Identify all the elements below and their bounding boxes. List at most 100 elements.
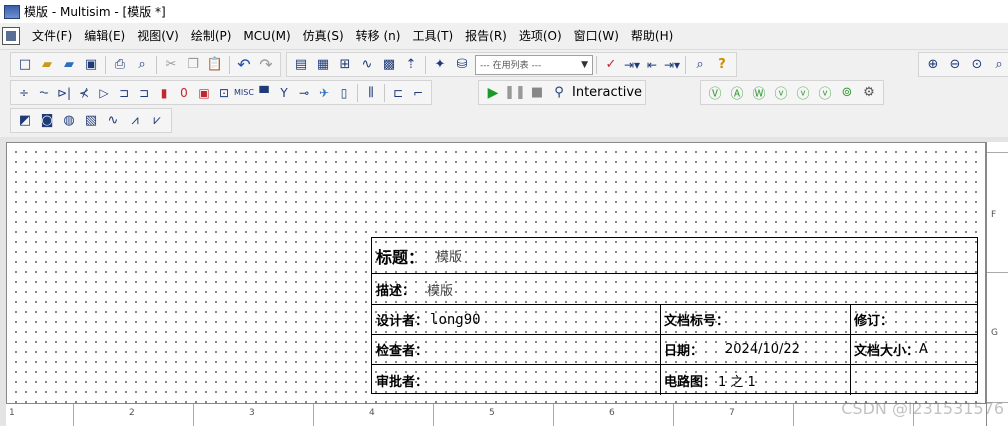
digital-probe-icon[interactable]: ⓥ xyxy=(815,83,835,103)
erc-icon[interactable]: ✓ xyxy=(601,55,621,75)
title-block[interactable]: 标题： 模版 描述： 模版 设计者： long90 文档标号： 修订： 检查者： xyxy=(371,237,978,395)
save-icon[interactable]: ▣ xyxy=(81,55,101,75)
voltage-probe-icon[interactable]: Ⓥ xyxy=(705,83,725,103)
parent-sheet-icon[interactable]: ⇡ xyxy=(401,55,421,75)
separator xyxy=(425,55,426,74)
grapher-icon[interactable]: ∿ xyxy=(357,55,377,75)
zoom-area-icon[interactable]: ⊙ xyxy=(967,55,987,75)
current-probe-icon[interactable]: Ⓐ xyxy=(727,83,747,103)
misc-digital-icon[interactable]: ▣ xyxy=(195,83,213,103)
basic-icon[interactable]: ⏦ xyxy=(35,83,53,103)
transfer-to-ultiboard-icon[interactable]: ⇥▾ xyxy=(623,55,641,75)
diode-icon[interactable]: ⊳| xyxy=(55,83,73,103)
border-col-label: 2 xyxy=(129,408,135,418)
chevron-down-icon: ▼ xyxy=(581,59,588,70)
border-tick xyxy=(793,404,794,426)
title-block-desc-row: 描述： 模版 xyxy=(372,274,977,305)
help-icon[interactable]: ? xyxy=(712,55,732,75)
rf-icon[interactable]: ⊸ xyxy=(295,83,313,103)
zoom-fit-icon[interactable]: ⌕ xyxy=(989,55,1008,75)
toolbar-row-3: ◩ ◙ ◍ ▧ ∿ ⩘ ⩗ xyxy=(0,107,1008,136)
sim-browser-icon[interactable]: ⊞ xyxy=(335,55,355,75)
print-icon[interactable]: ⎙ xyxy=(110,55,130,75)
menu-reports[interactable]: 报告(R) xyxy=(459,26,513,46)
analog-icon[interactable]: ▷ xyxy=(95,83,113,103)
cut-icon[interactable]: ✂ xyxy=(161,55,181,75)
bode-plotter-icon[interactable]: ∿ xyxy=(103,111,123,131)
title-block-designer-row: 设计者： long90 文档标号： 修订： xyxy=(372,305,977,335)
mixed-icon[interactable]: ⊡ xyxy=(215,83,233,103)
zoom-out-icon[interactable]: ⊖ xyxy=(945,55,965,75)
menu-simulate[interactable]: 仿真(S) xyxy=(297,26,350,46)
post-processor-icon[interactable]: ▩ xyxy=(379,55,399,75)
menu-transfer[interactable]: 转移 (n) xyxy=(350,26,407,46)
toggle-design-toolbox-icon[interactable]: ▤ xyxy=(291,55,311,75)
menu-options[interactable]: 选项(O) xyxy=(513,26,568,46)
database-manager-icon[interactable]: ⛁ xyxy=(452,55,472,75)
menu-window[interactable]: 窗口(W) xyxy=(568,26,625,46)
standard-toolbar: □ ▰ ▰ ▣ ⎙ ⌕ ✂ ❐ 📋 ↶ ↷ xyxy=(10,52,281,77)
digital-probe-2-icon[interactable]: ⊚ xyxy=(837,83,857,103)
menu-view[interactable]: 视图(V) xyxy=(131,26,185,46)
probe-settings-icon[interactable]: ⚙ xyxy=(859,83,879,103)
print-preview-icon[interactable]: ⌕ xyxy=(132,55,152,75)
voltage-reference-probe-icon[interactable]: ⓥ xyxy=(793,83,813,103)
function-generator-icon[interactable]: ◙ xyxy=(37,111,57,131)
zoom-in-icon[interactable]: ⊕ xyxy=(923,55,943,75)
menu-place[interactable]: 绘制(P) xyxy=(185,26,238,46)
menu-file[interactable]: 文件(F) xyxy=(26,26,78,46)
border-col-label: 3 xyxy=(249,408,255,418)
checker-label: 检查者： xyxy=(376,344,429,359)
document-menu-icon[interactable] xyxy=(2,27,20,45)
in-use-list-combo[interactable]: --- 在用列表 --- ▼ xyxy=(475,54,593,75)
window-title: 模版 - Multisim - [模版 *] xyxy=(24,5,166,19)
bus-icon[interactable]: ⌐ xyxy=(409,83,427,103)
run-icon[interactable]: ▶ xyxy=(483,83,503,103)
menu-help[interactable]: 帮助(H) xyxy=(625,26,679,46)
multisim-app-icon xyxy=(4,4,20,19)
stop-icon[interactable]: ■ xyxy=(527,83,547,103)
open-samples-icon[interactable]: ▰ xyxy=(59,55,79,75)
find-examples-icon[interactable]: ⌕ xyxy=(690,55,710,75)
hierarchical-block-icon[interactable]: ⊏ xyxy=(389,83,407,103)
spreadsheet-view-icon[interactable]: ▦ xyxy=(313,55,333,75)
pause-icon[interactable]: ❚❚ xyxy=(504,83,526,103)
wattmeter-icon[interactable]: ◍ xyxy=(59,111,79,131)
menu-edit[interactable]: 编辑(E) xyxy=(78,26,131,46)
source-icon[interactable]: ÷ xyxy=(15,83,33,103)
transistor-icon[interactable]: ⊀ xyxy=(75,83,93,103)
revision-label: 修订： xyxy=(854,314,894,329)
forward-annotate-icon[interactable]: ⇥▾ xyxy=(663,55,681,75)
differential-probe-icon[interactable]: ⓥ xyxy=(771,83,791,103)
copy-icon[interactable]: ❐ xyxy=(183,55,203,75)
multimeter-icon[interactable]: ◩ xyxy=(15,111,35,131)
open-icon[interactable]: ▰ xyxy=(37,55,57,75)
misc-icon[interactable]: Y xyxy=(275,83,293,103)
spectrum-icon[interactable]: ⩘ xyxy=(125,111,145,131)
power-icon[interactable]: ▀ xyxy=(255,83,273,103)
electromechanical-icon[interactable]: ✈ xyxy=(315,83,333,103)
simulation-mode-label[interactable]: Interactive xyxy=(572,85,642,100)
paste-icon[interactable]: 📋 xyxy=(205,55,225,75)
advanced-peripherals-icon[interactable]: 0 xyxy=(175,83,193,103)
undo-icon[interactable]: ↶ xyxy=(234,55,254,75)
new-icon[interactable]: □ xyxy=(15,55,35,75)
redo-icon[interactable]: ↷ xyxy=(256,55,276,75)
menu-mcu[interactable]: MCU(M) xyxy=(237,26,296,46)
power-probe-icon[interactable]: Ⓦ xyxy=(749,83,769,103)
mcu-icon[interactable]: ▮ xyxy=(155,83,173,103)
connectors-icon[interactable]: ⫼ xyxy=(362,83,380,103)
back-annotate-icon[interactable]: ⇤ xyxy=(643,55,661,75)
component-wizard-icon[interactable]: ✦ xyxy=(430,55,450,75)
ni-components-icon[interactable]: ▯ xyxy=(335,83,353,103)
indicator-icon[interactable]: MISC xyxy=(234,83,254,103)
docsize-cell: 文档大小： A xyxy=(850,335,928,364)
cmos-icon[interactable]: ⊐ xyxy=(135,83,153,103)
ttl-icon[interactable]: ⊐ xyxy=(115,83,133,103)
menu-tools[interactable]: 工具(T) xyxy=(406,26,459,46)
probe-toolbar: Ⓥ Ⓐ Ⓦ ⓥ ⓥ ⓥ ⊚ ⚙ xyxy=(700,80,884,105)
probe-icon[interactable]: ⚲ xyxy=(549,83,569,103)
network-analyzer-icon[interactable]: ⩗ xyxy=(147,111,167,131)
oscilloscope-icon[interactable]: ▧ xyxy=(81,111,101,131)
separator xyxy=(357,83,358,102)
